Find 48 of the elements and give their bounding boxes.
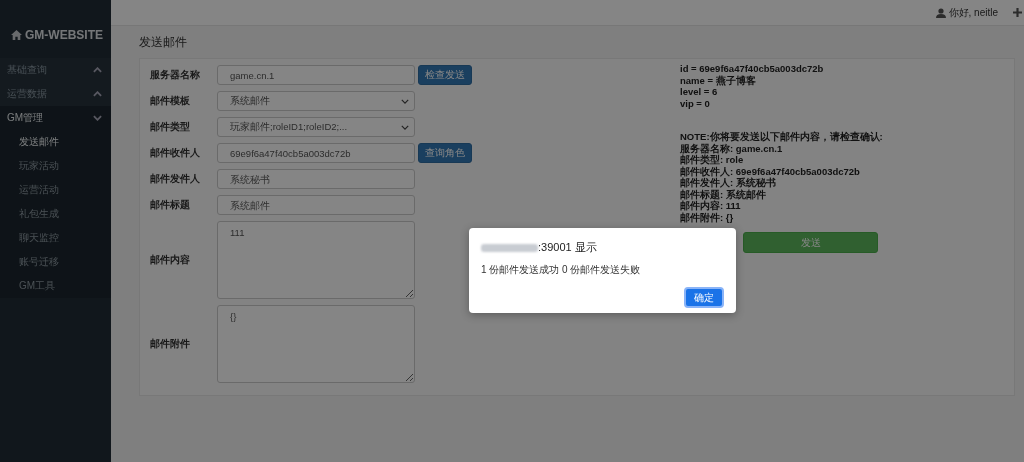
confirm-line: 邮件内容: 111 xyxy=(680,200,741,212)
caret-icon xyxy=(401,124,409,130)
confirm-line: 邮件发件人: 系统秘书 xyxy=(680,177,777,189)
confirm-line: 邮件标题: 系统邮件 xyxy=(680,188,767,200)
confirm-line: 邮件收件人: 69e9f6a47f40cb5a003dc72b xyxy=(680,165,861,177)
redacted-host xyxy=(481,243,538,252)
caret-icon xyxy=(401,98,409,104)
confirm-line: 服务器名称: game.cn.1 xyxy=(680,142,784,154)
text-area[interactable]: {} xyxy=(217,305,415,383)
chevron-down-icon xyxy=(93,115,102,121)
plus-icon[interactable] xyxy=(1013,8,1022,17)
brand-title[interactable]: GM-WEBSITE xyxy=(0,0,111,50)
info-line: name = 燕子博客 xyxy=(680,74,757,86)
action-button[interactable]: 查询角色 xyxy=(418,143,472,163)
field-label: 服务器名称 xyxy=(150,68,201,82)
text-field[interactable]: 69e9f6a47f40cb5a003dc72b xyxy=(217,143,415,163)
send-button[interactable]: 发送 xyxy=(743,232,878,253)
select-field[interactable]: 玩家邮件;roleID1;roleID2;... xyxy=(217,117,415,137)
menu-item[interactable]: 发送邮件 xyxy=(0,130,111,154)
home-icon xyxy=(11,30,22,40)
select-field[interactable]: 系统邮件 xyxy=(217,91,415,111)
dialog-message: 1 份邮件发送成功 0 份邮件发送失败 xyxy=(481,263,642,277)
menu-section[interactable]: GM管理 xyxy=(0,106,111,130)
field-label: 邮件内容 xyxy=(150,253,191,267)
action-button[interactable]: 检查发送 xyxy=(418,65,472,85)
info-line: level = 6 xyxy=(680,86,719,98)
page-title: 发送邮件 xyxy=(139,34,188,51)
text-field[interactable]: game.cn.1 xyxy=(217,65,415,85)
field-label: 邮件模板 xyxy=(150,94,191,108)
user-greeting[interactable]: 你好, neitle xyxy=(948,5,998,20)
text-area[interactable]: 111 xyxy=(217,221,415,299)
confirm-line: NOTE:你将要发送以下邮件内容，请检查确认: xyxy=(680,131,883,143)
info-line: id = 69e9f6a47f40cb5a003dc72b xyxy=(680,63,825,75)
field-label: 邮件附件 xyxy=(150,337,191,351)
chevron-up-icon xyxy=(93,91,102,97)
text-field[interactable]: 系统邮件 xyxy=(217,195,415,215)
info-line: vip = 0 xyxy=(680,97,711,109)
ok-button[interactable]: 确定 xyxy=(684,287,724,308)
field-label: 邮件发件人 xyxy=(150,172,201,186)
field-label: 邮件收件人 xyxy=(150,146,201,160)
confirm-line: 邮件附件: {} xyxy=(680,211,735,223)
user-icon xyxy=(935,7,946,18)
field-label: 邮件类型 xyxy=(150,120,191,134)
text-field[interactable]: 系统秘书 xyxy=(217,169,415,189)
chevron-up-icon xyxy=(93,67,102,73)
dialog-title: :39001 显示 xyxy=(538,240,597,255)
field-label: 邮件标题 xyxy=(150,198,191,212)
confirm-line: 邮件类型: role xyxy=(680,154,745,166)
